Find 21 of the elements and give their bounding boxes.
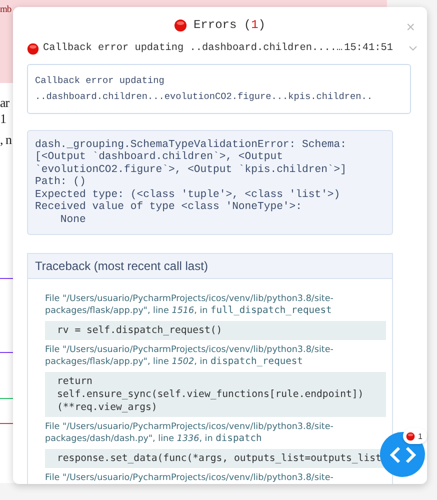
error-summary[interactable]: Callback error updating ..dashboard.children....… [43,43,340,54]
error-details: dash._grouping.SchemaTypeValidationError: Schema: [<Output `dashboard.children`>, <Output `evolutionCO2.figure`>, <Output `kpis.children`>] Path: () Expected type: (<class 'tuple'>, <class 'list'>) Received value of type <class 'NoneType'>: None [35,138,348,226]
error-time: 15:41:51 [344,43,393,54]
error-message: Callback error updating ..dashboard.children...evolutionCO2.figure...kpis.children.. [35,74,374,104]
frame-location: File "/Users/usuario/PycharmProjects/icos/venv/lib/python3.8/site-packages/flask/app.py", line 1502, in dispatch_request [45,344,334,368]
frame-code: rv = self.dispatch_request() [45,321,386,340]
traceback-title: Traceback (most recent call last) [28,254,392,279]
frame-location: File "/Users/usuario/PycharmProjects/icos/venv/lib/python3.8/site-packages/flask/app.py", line 1516, in full_dispatch_request [45,293,334,317]
error-icon [27,42,39,55]
background-text: ar [0,96,10,110]
frame-location: File "/Users/usuario/PycharmProjects/icos/venv/lib/python3.8/site-packages/dash/dash.py", line 1336, in dispatch [45,421,334,445]
dialog-title: Errors (1) [193,18,266,32]
frame-location: File "/Users/usuario/PycharmProjects/icos/venv/lib/python3.8/site- [45,472,334,484]
background-text: mb [0,5,12,16]
error-icon [174,18,188,32]
background-text: 1 [0,112,6,126]
code-icon [388,446,416,464]
error-icon [406,432,415,440]
frame-code: response.set_data(func(*args, outputs_list=outputs_list [45,449,386,468]
background-text: , n [0,133,12,148]
frame-code: return self.ensure_sync(self.view_functions[rule.endpoint]) (**req.view_args) [45,372,386,417]
